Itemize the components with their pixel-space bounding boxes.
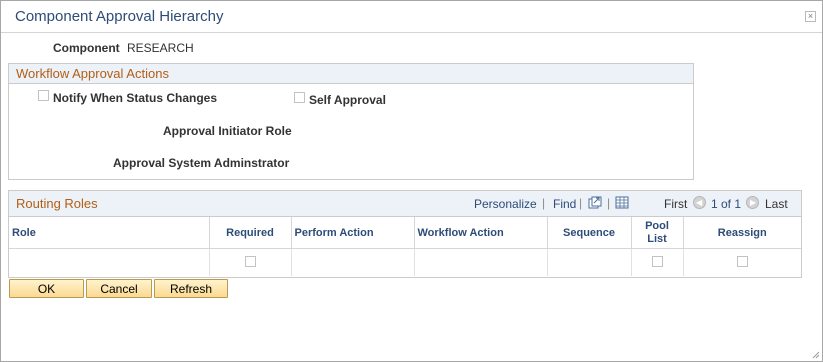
col-reassign: Reassign xyxy=(683,217,801,249)
component-value: RESEARCH xyxy=(127,41,194,55)
routing-roles-grid: Routing Roles Personalize | Find | | Fir… xyxy=(8,190,802,278)
sequence-cell xyxy=(547,248,632,276)
workflow-approval-title: Workflow Approval Actions xyxy=(16,66,169,81)
cancel-button[interactable]: Cancel xyxy=(86,279,152,298)
find-link[interactable]: Find xyxy=(553,197,576,211)
required-cell xyxy=(209,248,292,276)
role-cell[interactable] xyxy=(9,248,210,276)
first-label: First xyxy=(664,197,688,211)
table-header-row: Role Required Perform Action Workflow Ac… xyxy=(9,217,801,249)
close-icon[interactable]: × xyxy=(805,11,816,22)
separator: | xyxy=(607,196,611,210)
ok-button[interactable]: OK xyxy=(9,279,84,298)
pool-list-cell xyxy=(631,248,684,276)
pool-list-checkbox[interactable] xyxy=(651,255,663,267)
routing-roles-table: Role Required Perform Action Workflow Ac… xyxy=(9,217,801,276)
workflow-approval-header: Workflow Approval Actions xyxy=(9,64,693,84)
personalize-link[interactable]: Personalize xyxy=(474,197,537,211)
col-role: Role xyxy=(9,217,210,249)
approval-initiator-role-label: Approval Initiator Role xyxy=(163,124,292,138)
last-label: Last xyxy=(765,197,788,211)
col-required: Required xyxy=(209,217,292,249)
separator: | xyxy=(542,196,546,210)
workflow-action-cell xyxy=(414,248,548,276)
col-perform-action: Perform Action xyxy=(291,217,415,249)
component-approval-dialog: Component Approval Hierarchy × Component… xyxy=(0,0,823,362)
download-grid-icon[interactable] xyxy=(615,196,629,209)
approval-system-admin-label: Approval System Adminstrator xyxy=(113,156,290,170)
col-sequence: Sequence xyxy=(547,217,632,249)
dialog-titlebar: Component Approval Hierarchy × xyxy=(1,1,822,33)
notify-status-checkbox[interactable] xyxy=(38,90,49,101)
view-all-icon[interactable] xyxy=(588,196,602,209)
col-workflow-action: Workflow Action xyxy=(414,217,548,249)
routing-roles-title: Routing Roles xyxy=(16,196,98,211)
required-checkbox[interactable] xyxy=(244,255,256,267)
resize-grip-icon[interactable] xyxy=(810,349,820,359)
notify-status-label: Notify When Status Changes xyxy=(53,91,218,105)
component-label: Component xyxy=(53,41,120,55)
workflow-approval-group: Workflow Approval Actions Notify When St… xyxy=(8,63,694,180)
self-approval-label: Self Approval xyxy=(309,93,386,107)
perform-action-cell xyxy=(291,248,415,276)
dialog-title: Component Approval Hierarchy xyxy=(15,8,224,25)
routing-roles-header: Routing Roles Personalize | Find | | Fir… xyxy=(9,191,801,217)
reassign-checkbox[interactable] xyxy=(736,255,748,267)
refresh-button[interactable]: Refresh xyxy=(154,279,228,298)
self-approval-checkbox[interactable] xyxy=(294,92,305,103)
row-range: 1 of 1 xyxy=(711,197,742,211)
separator: | xyxy=(579,196,583,210)
reassign-cell xyxy=(683,249,801,277)
table-row xyxy=(9,248,801,277)
next-row-icon[interactable]: ▶ xyxy=(746,196,759,209)
previous-row-icon[interactable]: ◀ xyxy=(693,196,706,209)
col-pool-list: Pool List xyxy=(631,217,684,249)
